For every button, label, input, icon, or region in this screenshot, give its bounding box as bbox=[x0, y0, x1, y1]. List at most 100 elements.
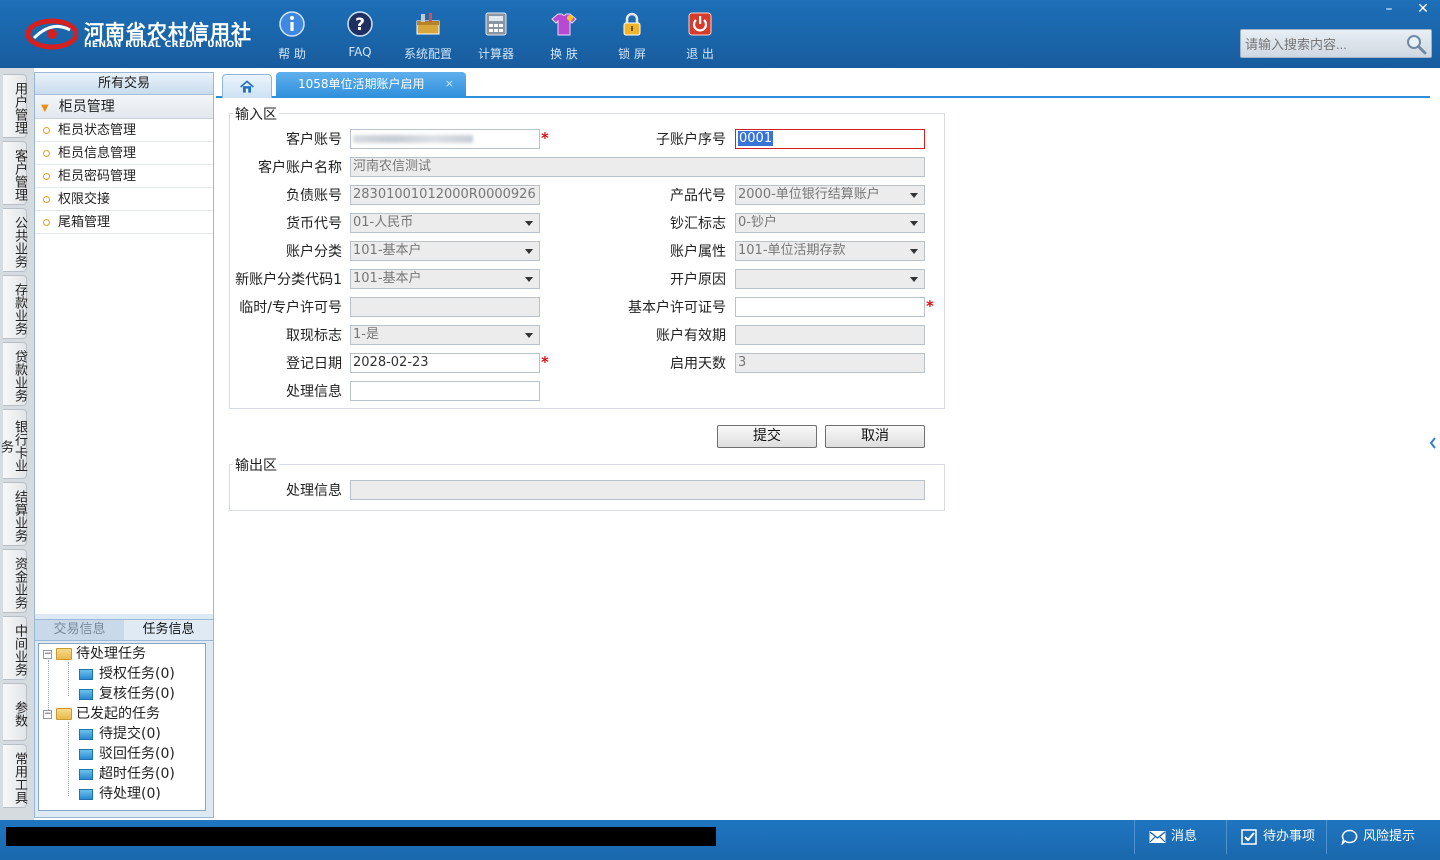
teller-management-label: 柜员管理 bbox=[58, 99, 115, 115]
category-common-tools[interactable]: 常用工具 bbox=[3, 744, 27, 808]
document-tabbar: 1058单位活期账户启用 × bbox=[216, 72, 1430, 98]
faq-button[interactable]: ? FAQ bbox=[330, 6, 390, 62]
help-button[interactable]: 帮 助 bbox=[262, 6, 322, 62]
cash-flag-select[interactable]: 0-钞户 bbox=[735, 213, 925, 233]
system-config-button[interactable]: 系统配置 bbox=[398, 6, 458, 62]
task-icon bbox=[79, 688, 93, 700]
label-currency-code: 货币代号 bbox=[286, 216, 342, 232]
folder-icon bbox=[56, 708, 72, 720]
category-deposit-business[interactable]: 存款业务 bbox=[3, 275, 27, 339]
list-item[interactable]: 柜员信息管理 bbox=[35, 142, 213, 165]
category-public-business[interactable]: 公共业务 bbox=[3, 208, 27, 272]
withdraw-flag-select[interactable]: 1-是 bbox=[350, 325, 540, 345]
category-customer-management[interactable]: 客户管理 bbox=[3, 141, 27, 205]
exit-button[interactable]: 退 出 bbox=[670, 6, 730, 62]
svg-text:?: ? bbox=[355, 15, 365, 35]
list-item[interactable]: 柜员状态管理 bbox=[35, 119, 213, 142]
tree-node-label: 已发起的任务 bbox=[76, 706, 160, 722]
label-basic-permit-no: 基本户许可证号 bbox=[628, 300, 726, 316]
account-validity-input[interactable] bbox=[735, 325, 925, 345]
customer-account-input[interactable] bbox=[350, 129, 540, 149]
tree-node-label: 复核任务(0) bbox=[99, 686, 175, 702]
list-item[interactable]: 权限交接 bbox=[35, 188, 213, 211]
close-button[interactable]: ✕ bbox=[1408, 0, 1438, 20]
account-category-select[interactable]: 101-基本户 bbox=[350, 241, 540, 261]
tree-node-timeout[interactable]: 超时任务(0) bbox=[79, 764, 175, 784]
exit-label: 退 出 bbox=[686, 47, 714, 61]
tree-node-label: 超时任务(0) bbox=[99, 766, 175, 782]
risk-alert-button[interactable]: 风险提示 bbox=[1326, 820, 1436, 854]
enable-days-input[interactable]: 3 bbox=[735, 353, 925, 373]
list-item[interactable]: 柜员密码管理 bbox=[35, 165, 213, 188]
tab-close-icon[interactable]: × bbox=[445, 72, 454, 96]
required-mark: * bbox=[926, 297, 934, 315]
category-settlement-business[interactable]: 结算业务 bbox=[3, 482, 27, 546]
tree-node-rejected[interactable]: 驳回任务(0) bbox=[79, 744, 175, 764]
customer-account-name-input[interactable]: 河南农信测试 bbox=[350, 157, 925, 177]
tree-node-review[interactable]: 复核任务(0) bbox=[79, 684, 175, 704]
tree-node-to-submit[interactable]: 待提交(0) bbox=[79, 724, 161, 744]
tree-node-to-handle[interactable]: 待处理(0) bbox=[79, 784, 161, 804]
expand-triangle-icon: ▼ bbox=[41, 103, 49, 114]
sub-account-no-input[interactable]: 0001 bbox=[735, 129, 925, 149]
home-tab[interactable] bbox=[222, 74, 272, 98]
search-input[interactable] bbox=[1245, 34, 1405, 54]
help-label: 帮 助 bbox=[278, 47, 306, 61]
todo-label: 待办事项 bbox=[1263, 829, 1316, 844]
checkbox-icon bbox=[1241, 829, 1257, 845]
required-mark: * bbox=[541, 129, 549, 147]
info-tabs: 交易信息 任务信息 bbox=[35, 619, 213, 641]
mail-icon bbox=[1149, 831, 1166, 843]
tab-task-info[interactable]: 任务信息 bbox=[124, 620, 213, 640]
teller-management-group[interactable]: ▼ 柜员管理 bbox=[35, 95, 213, 119]
shirt-icon bbox=[551, 13, 577, 36]
label-sub-account-no: 子账户序号 bbox=[656, 132, 726, 148]
category-parameters[interactable]: 参数 bbox=[3, 683, 27, 741]
tree-node-initiated[interactable]: − 已发起的任务 bbox=[43, 704, 160, 724]
messages-button[interactable]: 消息 bbox=[1134, 820, 1226, 854]
process-info-input[interactable] bbox=[350, 381, 540, 401]
product-code-select[interactable]: 2000-单位银行结算账户 bbox=[735, 185, 925, 205]
lock-screen-button[interactable]: 锁 屏 bbox=[602, 6, 662, 62]
label-register-date: 登记日期 bbox=[286, 356, 342, 372]
submit-button[interactable]: 提交 bbox=[717, 425, 817, 448]
temp-permit-no-input[interactable] bbox=[350, 297, 540, 317]
tree-node-label: 驳回任务(0) bbox=[99, 746, 175, 762]
all-transactions-header[interactable]: 所有交易 bbox=[35, 73, 213, 95]
change-skin-button[interactable]: 换 肤 bbox=[534, 6, 594, 62]
collapse-toggle-icon[interactable]: − bbox=[43, 649, 52, 659]
basic-permit-no-input[interactable] bbox=[735, 297, 925, 317]
tree-node-auth[interactable]: 授权任务(0) bbox=[79, 664, 175, 684]
tree-line bbox=[68, 662, 69, 696]
category-user-management[interactable]: 用户管理 bbox=[3, 74, 27, 138]
account-attribute-select[interactable]: 101-单位活期存款 bbox=[735, 241, 925, 261]
task-icon bbox=[79, 668, 93, 680]
lock-screen-label: 锁 屏 bbox=[618, 47, 646, 61]
main-content: 输入区 客户账号 * 子账户序号 0001 客户账户名称 河南农信测试 负债账号… bbox=[216, 98, 1428, 816]
app-header: 河南省农村信用社 HENAN RURAL CREDIT UNION 帮 助 ? … bbox=[0, 0, 1440, 68]
new-account-category-select[interactable]: 101-基本户 bbox=[350, 269, 540, 289]
panel-collapse-handle[interactable] bbox=[1428, 425, 1438, 461]
minimize-button[interactable]: – bbox=[1374, 0, 1404, 20]
register-date-input[interactable]: 2028-02-23 bbox=[350, 353, 540, 373]
category-loan-business[interactable]: 贷款业务 bbox=[3, 342, 27, 406]
label-product-code: 产品代号 bbox=[670, 188, 726, 204]
currency-code-select[interactable]: 01-人民币 bbox=[350, 213, 540, 233]
calculator-button[interactable]: 计算器 bbox=[466, 6, 526, 62]
search-icon[interactable] bbox=[1405, 33, 1427, 55]
input-section-title: 输入区 bbox=[233, 104, 279, 124]
tab-account-enable[interactable]: 1058单位活期账户启用 × bbox=[276, 72, 466, 98]
category-bank-card-business[interactable]: 银行卡业务 bbox=[0, 409, 27, 479]
open-reason-select[interactable] bbox=[735, 269, 925, 289]
category-intermediate-business[interactable]: 中间业务 bbox=[3, 616, 27, 680]
category-fund-business[interactable]: 资金业务 bbox=[3, 549, 27, 613]
cancel-button[interactable]: 取消 bbox=[825, 425, 925, 448]
todo-button[interactable]: 待办事项 bbox=[1226, 820, 1326, 854]
tree-node-pending[interactable]: − 待处理任务 bbox=[43, 644, 146, 664]
tab-trade-info[interactable]: 交易信息 bbox=[35, 620, 124, 640]
liability-account-input[interactable]: 28301001012000R0000926 bbox=[350, 185, 540, 205]
list-item[interactable]: 尾箱管理 bbox=[35, 211, 213, 234]
info-icon bbox=[279, 11, 305, 37]
label-new-account-category-code: 新账户分类代码1 bbox=[235, 272, 342, 288]
collapse-toggle-icon[interactable]: − bbox=[43, 709, 52, 719]
